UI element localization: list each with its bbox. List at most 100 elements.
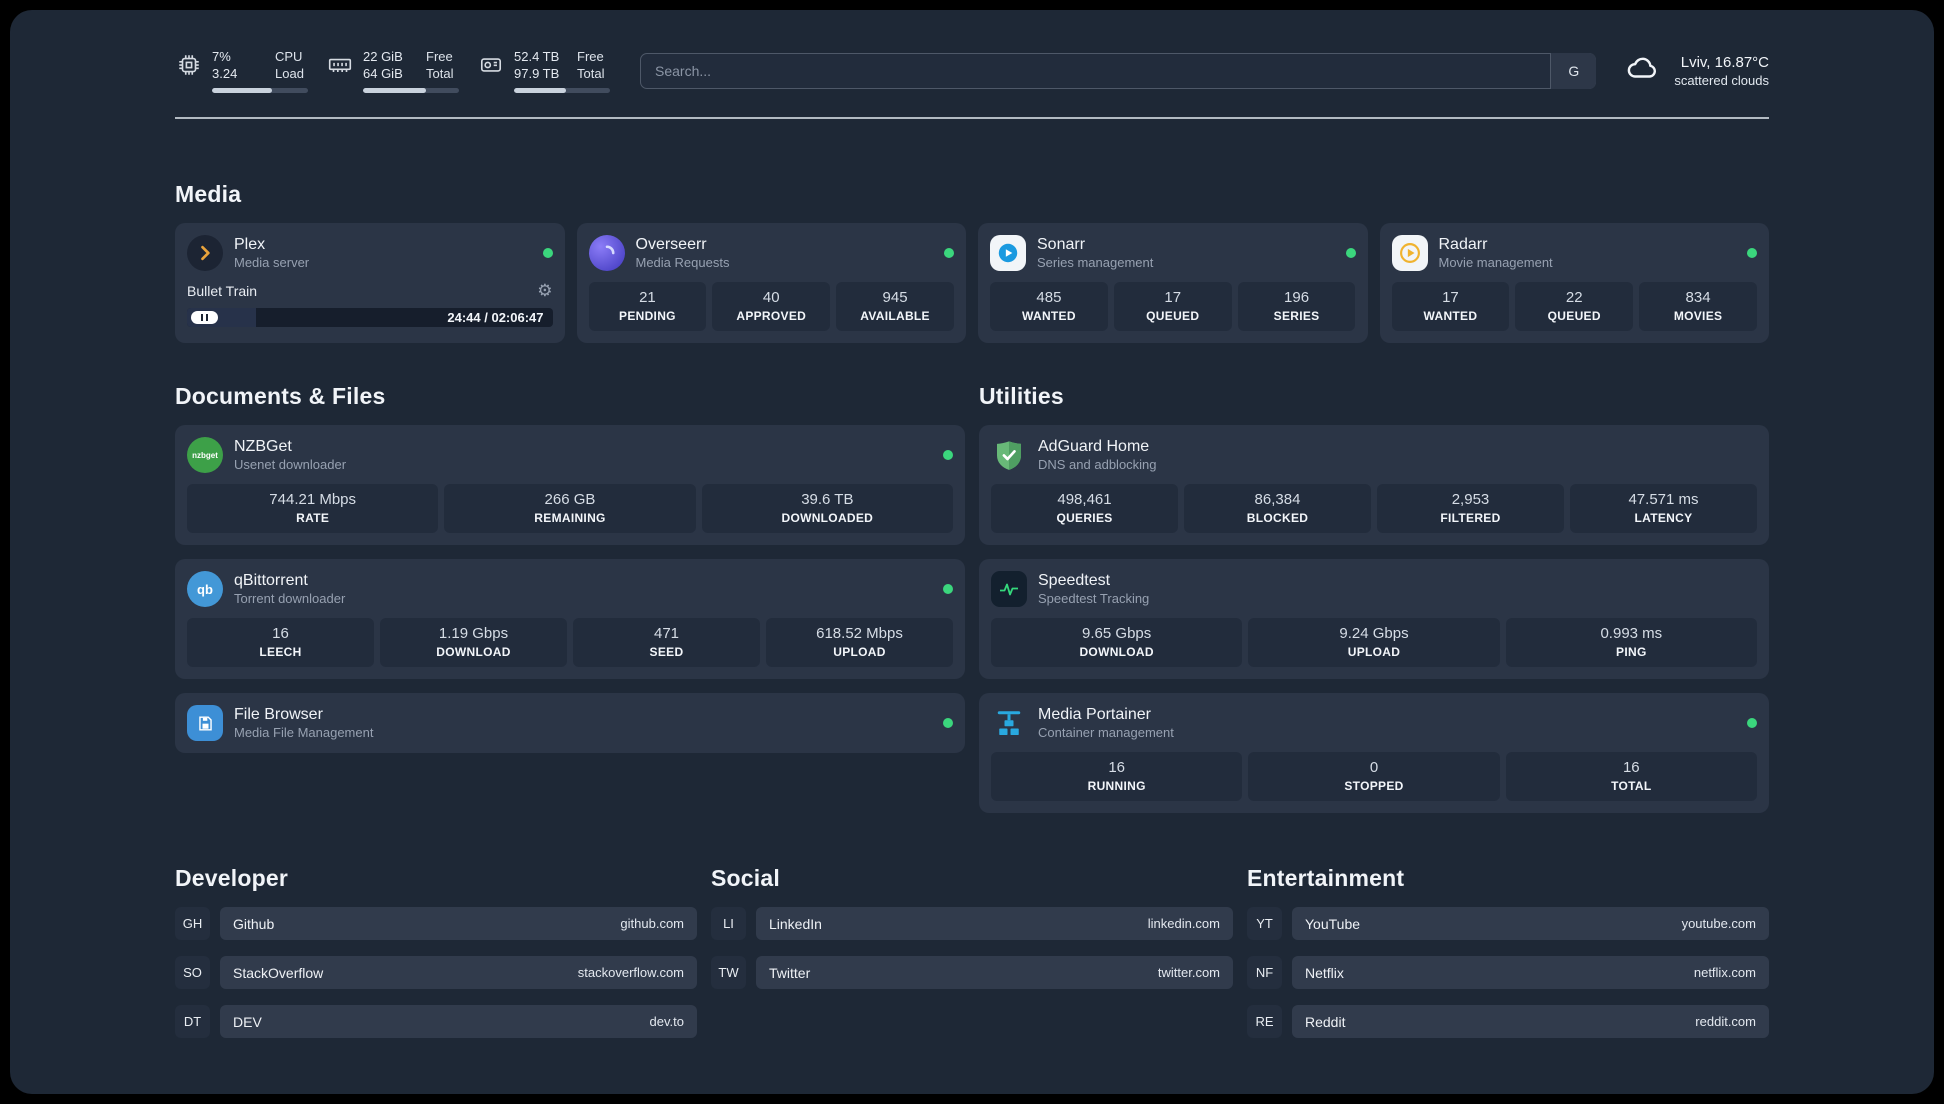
now-playing-title: Bullet Train — [187, 282, 258, 299]
status-dot — [1747, 718, 1757, 728]
bookmark-abbr: NF — [1247, 956, 1282, 989]
media-section: Media Plex Media server Bullet Train ⚙ 2… — [175, 181, 1769, 343]
sonarr-icon — [990, 235, 1026, 271]
stat-tile: 266 GB REMAINING — [444, 484, 696, 533]
playback-progress-bar[interactable]: 24:44 / 02:06:47 — [187, 308, 553, 327]
bookmark-abbr: RE — [1247, 1005, 1282, 1038]
entertainment-section: Entertainment YT YouTube youtube.com NF … — [1247, 865, 1769, 1038]
social-section-title: Social — [711, 865, 780, 891]
plex-card[interactable]: Plex Media server Bullet Train ⚙ 24:44 /… — [175, 223, 565, 343]
stat-tile: 9.24 Gbps UPLOAD — [1248, 618, 1500, 667]
nzbget-icon: nzbget — [187, 437, 223, 473]
stat-tile: 16 TOTAL — [1505, 752, 1757, 801]
stat-tile: 618.52 Mbps UPLOAD — [766, 618, 953, 667]
app-name: Media Portainer — [1038, 706, 1151, 723]
bookmark-abbr: TW — [711, 956, 746, 989]
stat-tile: 744.21 Mbps RATE — [187, 484, 439, 533]
disk-total-value: 97.9 TB — [514, 66, 560, 81]
weather-condition: scattered clouds — [1674, 72, 1769, 88]
developer-section: Developer GH Github github.com SO StackO… — [175, 865, 697, 1038]
status-dot — [943, 718, 953, 728]
cloud-icon — [1622, 51, 1662, 90]
utilities-section: Utilities AdGuard Home DNS and adblockin… — [979, 383, 1769, 813]
app-name: AdGuard Home — [1038, 438, 1150, 455]
stat-tile: 498,461 QUERIES — [991, 484, 1178, 533]
bookmark-youtube[interactable]: YT YouTube youtube.com — [1247, 907, 1769, 940]
app-name: Radarr — [1438, 236, 1488, 253]
bookmark-stackoverflow[interactable]: SO StackOverflow stackoverflow.com — [175, 956, 697, 989]
bookmark-dev[interactable]: DT DEV dev.to — [175, 1005, 697, 1038]
disk-free-value: 52.4 TB — [514, 49, 560, 64]
playback-time: 24:44 / 02:06:47 — [447, 310, 544, 325]
nzbget-card[interactable]: nzbget NZBGet Usenet downloader 744.21 M… — [175, 425, 965, 545]
app-subtitle: Torrent downloader — [234, 591, 346, 606]
topbar-divider — [175, 117, 1769, 119]
stat-tile: 16 RUNNING — [991, 752, 1243, 801]
qbittorrent-card[interactable]: qb qBittorrent Torrent downloader 16 LEE… — [175, 559, 965, 679]
stat-tile: 1.19 Gbps DOWNLOAD — [380, 618, 567, 667]
qbittorrent-icon: qb — [187, 571, 223, 607]
status-dot — [1345, 248, 1356, 258]
system-metrics: 7% 3.24 CPU Load 22 GiB 64 GiB Free Tota… — [175, 48, 610, 93]
weather-widget: Lviv, 16.87°C scattered clouds — [1622, 51, 1769, 90]
disk-free-label: Free — [577, 49, 604, 64]
media-section-title: Media — [175, 181, 242, 207]
app-subtitle: Container management — [1038, 725, 1174, 740]
bookmark-abbr: LI — [711, 907, 746, 940]
overseerr-card[interactable]: Overseerr Media Requests 21 PENDING 40 A… — [576, 223, 966, 343]
stat-tile: 471 SEED — [573, 618, 760, 667]
app-subtitle: Movie management — [1438, 255, 1553, 270]
bookmark-reddit[interactable]: RE Reddit reddit.com — [1247, 1005, 1769, 1038]
bookmark-netflix[interactable]: NF Netflix netflix.com — [1247, 956, 1769, 989]
app-name: Overseerr — [635, 236, 707, 253]
radarr-card[interactable]: Radarr Movie management 17 WANTED 22 QUE… — [1379, 223, 1769, 343]
cpu-label: CPU — [275, 49, 303, 64]
gear-icon[interactable]: ⚙ — [537, 282, 552, 299]
stat-tile: 47.571 ms LATENCY — [1570, 484, 1757, 533]
speedtest-card[interactable]: Speedtest Speedtest Tracking 9.65 Gbps D… — [979, 559, 1769, 679]
speedtest-pulse-icon — [991, 571, 1027, 607]
dashboard: 7% 3.24 CPU Load 22 GiB 64 GiB Free Tota… — [10, 10, 1934, 1094]
ram-free-value: 22 GiB — [363, 49, 403, 64]
search-engine-button[interactable]: G — [1550, 52, 1597, 89]
overseerr-icon — [588, 235, 625, 271]
portainer-crane-icon — [991, 705, 1027, 741]
portainer-card[interactable]: Media Portainer Container management 16 … — [979, 693, 1769, 813]
stat-tile: 0.993 ms PING — [1505, 618, 1757, 667]
cpu-chip-icon — [175, 51, 203, 79]
filebrowser-card[interactable]: File Browser Media File Management — [175, 693, 965, 753]
utilities-section-title: Utilities — [979, 383, 1064, 409]
app-subtitle: Usenet downloader — [234, 457, 347, 472]
status-dot — [943, 584, 953, 594]
documents-section-title: Documents & Files — [175, 383, 386, 409]
ram-total-label: Total — [426, 66, 454, 81]
status-dot — [944, 248, 954, 258]
adguard-card[interactable]: AdGuard Home DNS and adblocking 498,461 … — [979, 425, 1769, 545]
top-bar: 7% 3.24 CPU Load 22 GiB 64 GiB Free Tota… — [175, 10, 1769, 93]
app-subtitle: Speedtest Tracking — [1038, 591, 1150, 606]
bookmark-github[interactable]: GH Github github.com — [175, 907, 697, 940]
stat-tile: 16 LEECH — [187, 618, 374, 667]
disk-icon — [477, 51, 505, 79]
ram-metric: 22 GiB 64 GiB Free Total — [326, 48, 459, 93]
bookmark-twitter[interactable]: TW Twitter twitter.com — [711, 956, 1233, 989]
disk-total-label: Total — [577, 66, 605, 81]
app-subtitle: Series management — [1037, 255, 1154, 270]
stat-tile: 9.65 Gbps DOWNLOAD — [991, 618, 1243, 667]
stat-tile: 39.6 TB DOWNLOADED — [701, 484, 953, 533]
bookmark-linkedin[interactable]: LI LinkedIn linkedin.com — [711, 907, 1233, 940]
pause-button[interactable] — [191, 311, 218, 324]
stat-tile: 834 MOVIES — [1639, 282, 1757, 331]
sonarr-card[interactable]: Sonarr Series management 485 WANTED 17 Q… — [978, 223, 1368, 343]
app-name: Plex — [234, 236, 266, 253]
stat-tile: 40 APPROVED — [712, 282, 831, 331]
search-input[interactable] — [640, 52, 1597, 89]
radarr-icon — [1391, 235, 1428, 271]
documents-section: Documents & Files nzbget NZBGet Usenet d… — [175, 383, 965, 813]
stat-tile: 196 SERIES — [1237, 282, 1356, 331]
cpu-metric: 7% 3.24 CPU Load — [175, 48, 308, 93]
app-subtitle: Media server — [234, 255, 310, 270]
app-subtitle: Media Requests — [635, 255, 730, 270]
plex-icon — [187, 235, 223, 271]
status-dot — [542, 248, 553, 258]
